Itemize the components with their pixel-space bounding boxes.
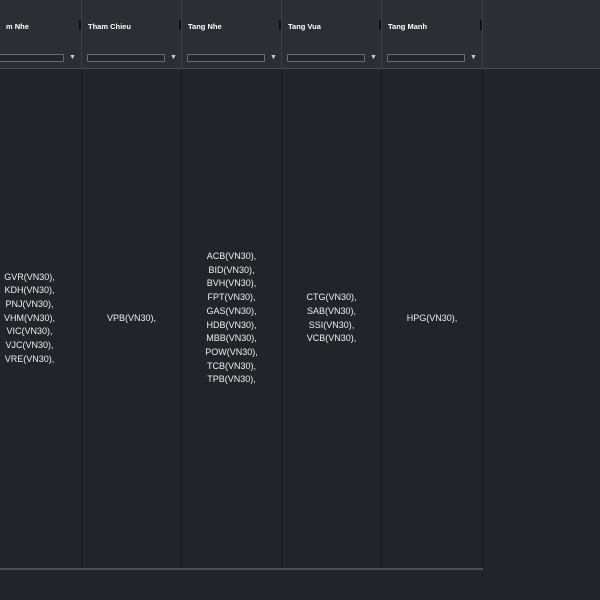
cell-giam-nhe[interactable]: GVR(VN30), KDH(VN30), PNJ(VN30), VHM(VN3…	[0, 69, 82, 568]
column-header-tang-nhe[interactable]: Tang Nhe	[182, 0, 282, 48]
cell-text: GVR(VN30), KDH(VN30), PNJ(VN30), VHM(VN3…	[3, 271, 55, 364]
grid-bottom-border	[0, 568, 483, 570]
funnel-icon[interactable]: ▼	[370, 53, 377, 63]
cell-text: CTG(VN30), SAB(VN30), SSI(VN30), VCB(VN3…	[306, 292, 357, 344]
cell-text: VPB(VN30),	[106, 312, 157, 323]
filter-input[interactable]	[387, 54, 465, 62]
column-header-label: m Nhe	[6, 22, 29, 31]
filter-input[interactable]	[187, 54, 265, 62]
funnel-icon[interactable]: ▼	[270, 53, 277, 63]
column-header-label: Tang Vua	[288, 22, 321, 31]
cell-tang-nhe[interactable]: ACB(VN30), BID(VN30), BVH(VN30), FPT(VN3…	[182, 69, 282, 568]
column-resize-handle[interactable]	[79, 20, 81, 30]
market-grid: m Nhe Tham Chieu Tang Nhe Tang Vua Tang …	[0, 0, 483, 570]
cell-tham-chieu[interactable]: VPB(VN30),	[82, 69, 182, 568]
header-row: m Nhe Tham Chieu Tang Nhe Tang Vua Tang …	[0, 0, 483, 49]
column-header-giam-nhe[interactable]: m Nhe	[0, 0, 82, 48]
cell-text: ACB(VN30), BID(VN30), BVH(VN30), FPT(VN3…	[205, 250, 258, 385]
filter-cell: ▼	[282, 48, 382, 68]
filter-cell: ▼	[182, 48, 282, 68]
column-resize-handle[interactable]	[279, 20, 281, 30]
column-resize-handle[interactable]	[179, 20, 181, 30]
filter-input[interactable]	[287, 54, 365, 62]
filter-cell: ▼	[0, 48, 82, 68]
funnel-icon[interactable]: ▼	[69, 53, 76, 63]
filter-cell: ▼	[82, 48, 182, 68]
cell-tang-vua[interactable]: CTG(VN30), SAB(VN30), SSI(VN30), VCB(VN3…	[282, 69, 382, 568]
column-header-label: Tham Chieu	[88, 22, 131, 31]
column-header-label: Tang Manh	[388, 22, 428, 31]
filter-input[interactable]	[87, 54, 165, 62]
funnel-icon[interactable]: ▼	[470, 53, 477, 63]
header-empty-area	[483, 0, 600, 69]
grid-body: GVR(VN30), KDH(VN30), PNJ(VN30), VHM(VN3…	[0, 69, 483, 568]
column-resize-handle[interactable]	[480, 20, 482, 30]
filter-row: ▼ ▼ ▼ ▼ ▼	[0, 48, 483, 69]
cell-tang-manh[interactable]: HPG(VN30),	[382, 69, 483, 568]
column-header-tang-vua[interactable]: Tang Vua	[282, 0, 382, 48]
funnel-icon[interactable]: ▼	[170, 53, 177, 63]
filter-cell: ▼	[382, 48, 483, 68]
cell-text: HPG(VN30),	[406, 312, 458, 323]
column-header-tang-manh[interactable]: Tang Manh	[382, 0, 483, 48]
column-header-tham-chieu[interactable]: Tham Chieu	[82, 0, 182, 48]
column-resize-handle[interactable]	[379, 20, 381, 30]
column-header-label: Tang Nhe	[188, 22, 222, 31]
filter-input[interactable]	[0, 54, 64, 62]
